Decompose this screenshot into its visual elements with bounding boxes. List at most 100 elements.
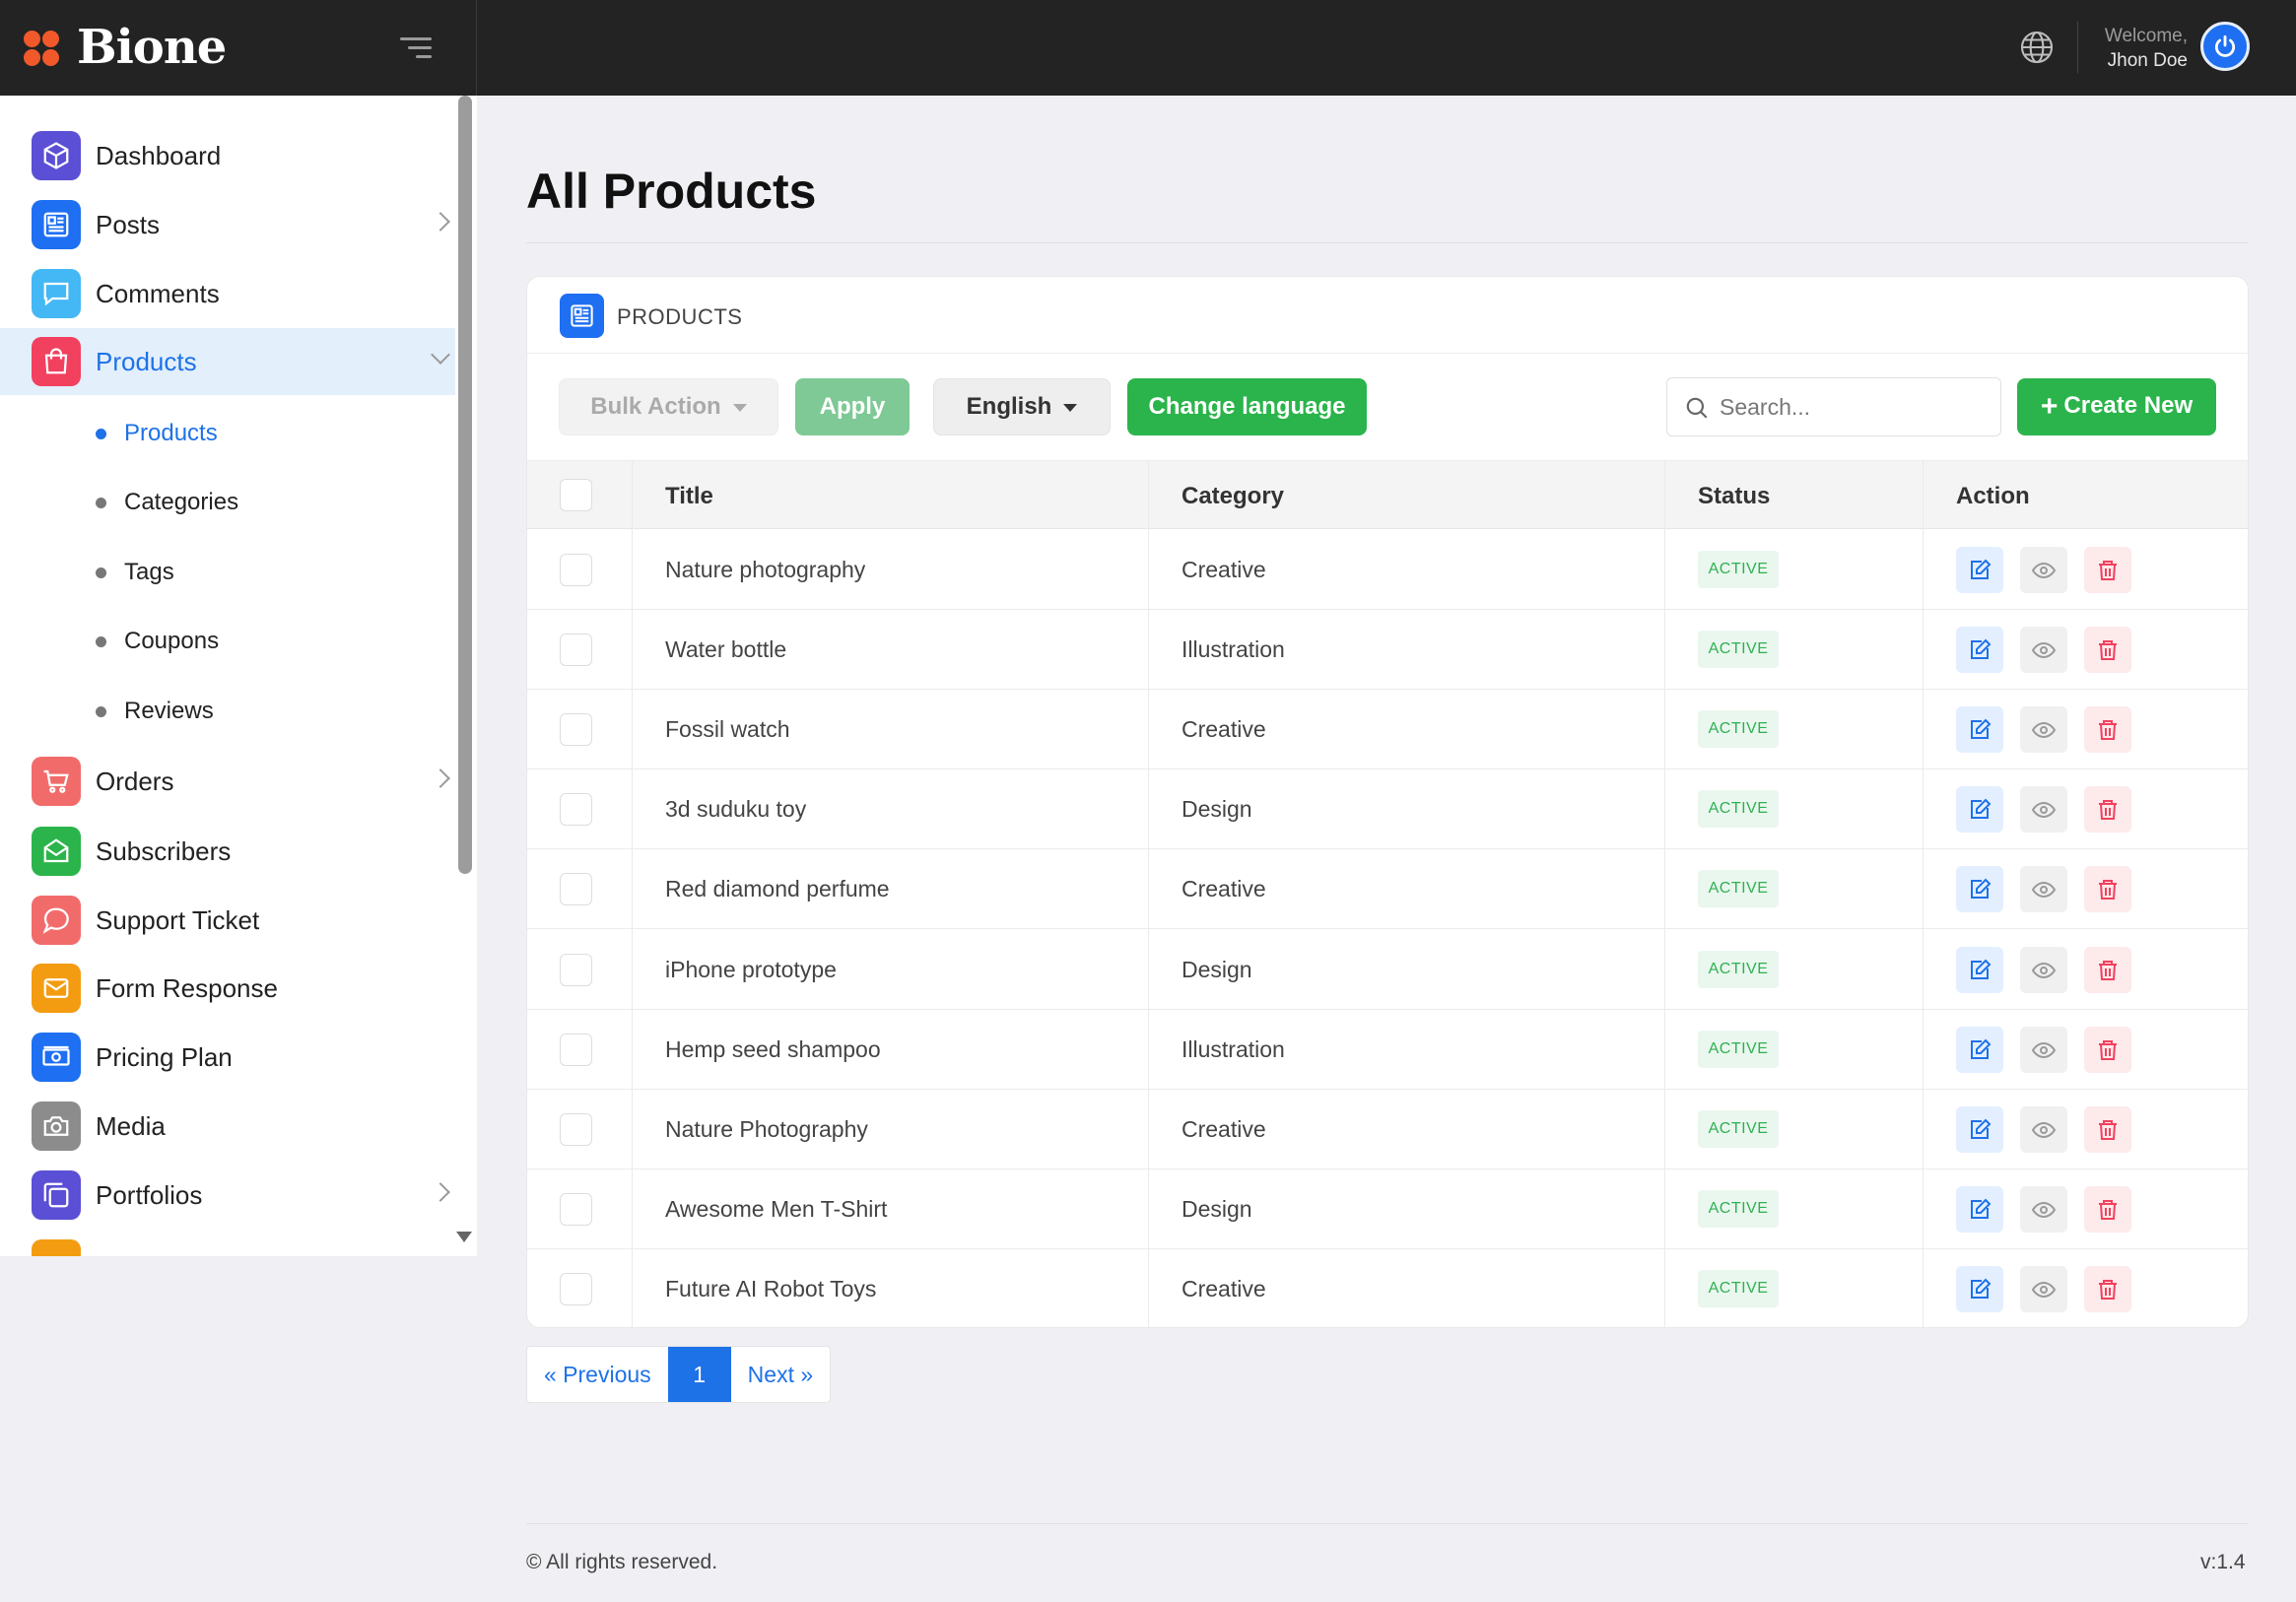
delete-button[interactable] (2084, 786, 2131, 834)
table-row: Hemp seed shampoo Illustration ACTIVE (527, 1010, 2248, 1090)
mail-open-icon (32, 827, 81, 876)
sidebar-item-orders[interactable]: Orders (0, 748, 455, 815)
delete-button[interactable] (2084, 706, 2131, 754)
sidebar-subitem-coupons[interactable]: Coupons (0, 611, 455, 670)
edit-button[interactable] (1956, 866, 2003, 913)
delete-button[interactable] (2084, 627, 2131, 674)
delete-button[interactable] (2084, 1265, 2131, 1312)
delete-button[interactable] (2084, 866, 2131, 913)
select-all-checkbox[interactable] (560, 479, 592, 511)
status-badge: ACTIVE (1698, 950, 1779, 988)
row-checkbox[interactable] (560, 1112, 592, 1146)
top-header: Bione Welcome, Jhon Doe (0, 0, 2296, 96)
row-checkbox[interactable] (560, 713, 592, 747)
edit-button[interactable] (1956, 1265, 2003, 1312)
status-badge: ACTIVE (1698, 710, 1779, 749)
edit-button[interactable] (1956, 1105, 2003, 1153)
table-row: Future AI Robot Toys Creative ACTIVE (527, 1249, 2248, 1327)
table-row: Red diamond perfume Creative ACTIVE (527, 849, 2248, 930)
row-checkbox[interactable] (560, 793, 592, 827)
delete-button[interactable] (2084, 1105, 2131, 1153)
brand-logo-icon[interactable] (24, 31, 61, 68)
sidebar-item-label: Pricing Plan (96, 1042, 233, 1072)
status-badge: ACTIVE (1698, 1030, 1779, 1068)
apply-button[interactable]: Apply (795, 378, 910, 435)
view-button[interactable] (2020, 547, 2067, 593)
row-checkbox[interactable] (560, 1192, 592, 1226)
delete-button[interactable] (2084, 946, 2131, 993)
sidebar-item-media[interactable]: Media (0, 1093, 455, 1160)
view-button[interactable] (2020, 786, 2067, 834)
edit-button[interactable] (1956, 1026, 2003, 1073)
menu-icon[interactable] (398, 35, 432, 61)
change-language-button[interactable]: Change language (1127, 378, 1367, 435)
row-checkbox[interactable] (560, 554, 592, 586)
view-button[interactable] (2020, 946, 2067, 993)
product-category: Creative (1182, 876, 1266, 902)
row-checkbox[interactable] (560, 634, 592, 667)
view-button[interactable] (2020, 627, 2067, 674)
sidebar-item-subscribers[interactable]: Subscribers (0, 818, 455, 885)
row-checkbox[interactable] (560, 1272, 592, 1305)
bulk-action-select[interactable]: Bulk Action (559, 378, 778, 435)
view-button[interactable] (2020, 706, 2067, 754)
delete-button[interactable] (2084, 547, 2131, 593)
edit-button[interactable] (1956, 706, 2003, 754)
sidebar-subitem-tags[interactable]: Tags (0, 542, 455, 601)
sidebar-item-dashboard[interactable]: Dashboard (0, 122, 455, 189)
column-header-title[interactable]: Title (665, 483, 713, 510)
search-field[interactable] (1666, 377, 2001, 436)
comment-icon (32, 269, 81, 318)
envelope-icon (32, 964, 81, 1013)
next-page-link[interactable]: Next » (731, 1347, 830, 1402)
sidebar-item-support-ticket[interactable]: Support Ticket (0, 887, 455, 954)
sidebar-subitem-products[interactable]: Products (0, 403, 455, 462)
view-button[interactable] (2020, 1026, 2067, 1073)
current-page[interactable]: 1 (667, 1347, 731, 1402)
avatar[interactable] (2200, 22, 2250, 71)
brand-name[interactable]: Bione (77, 20, 227, 75)
column-header-category[interactable]: Category (1182, 483, 1284, 510)
delete-button[interactable] (2084, 1026, 2131, 1073)
column-header-status[interactable]: Status (1698, 483, 1770, 510)
view-button[interactable] (2020, 866, 2067, 913)
edit-button[interactable] (1956, 547, 2003, 593)
sidebar-item-form-response[interactable]: Form Response (0, 955, 455, 1022)
row-checkbox[interactable] (560, 953, 592, 986)
newspaper-icon (560, 294, 604, 338)
previous-page-link[interactable]: « Previous (527, 1347, 668, 1402)
sidebar-item-comments[interactable]: Comments (0, 260, 455, 327)
status-badge: ACTIVE (1698, 631, 1779, 669)
sidebar-scrollbar[interactable] (458, 96, 472, 874)
edit-button[interactable] (1956, 946, 2003, 993)
view-button[interactable] (2020, 1185, 2067, 1233)
product-title: iPhone prototype (665, 956, 837, 982)
row-checkbox[interactable] (560, 873, 592, 906)
language-select[interactable]: English (933, 378, 1111, 435)
delete-button[interactable] (2084, 1185, 2131, 1233)
create-new-button[interactable]: + Create New (2017, 378, 2216, 435)
sidebar-subitem-categories[interactable]: Categories (0, 472, 455, 531)
edit-button[interactable] (1956, 1185, 2003, 1233)
sidebar-item-label: Dashboard (96, 141, 222, 170)
globe-icon[interactable] (2019, 30, 2055, 65)
view-button[interactable] (2020, 1265, 2067, 1312)
sidebar-item-products[interactable]: Products (0, 328, 455, 395)
sidebar-item-posts[interactable]: Posts (0, 191, 455, 258)
layers-icon (32, 1170, 81, 1220)
user-name[interactable]: Jhon Doe (2089, 48, 2188, 73)
edit-button[interactable] (1956, 786, 2003, 834)
product-title: Awesome Men T-Shirt (665, 1195, 888, 1222)
table-row: 3d suduku toy Design ACTIVE (527, 769, 2248, 850)
sidebar-item-partial[interactable] (0, 1231, 455, 1256)
sidebar-item-pricing-plan[interactable]: Pricing Plan (0, 1024, 455, 1091)
view-button[interactable] (2020, 1105, 2067, 1153)
edit-button[interactable] (1956, 627, 2003, 674)
scroll-down-icon[interactable] (456, 1232, 472, 1242)
sidebar-subitem-reviews[interactable]: Reviews (0, 681, 455, 740)
row-checkbox[interactable] (560, 1033, 592, 1066)
sidebar-item-portfolios[interactable]: Portfolios (0, 1162, 455, 1229)
bullet-icon (96, 636, 106, 647)
search-input[interactable] (1720, 388, 1986, 426)
column-header-action: Action (1956, 483, 2030, 509)
